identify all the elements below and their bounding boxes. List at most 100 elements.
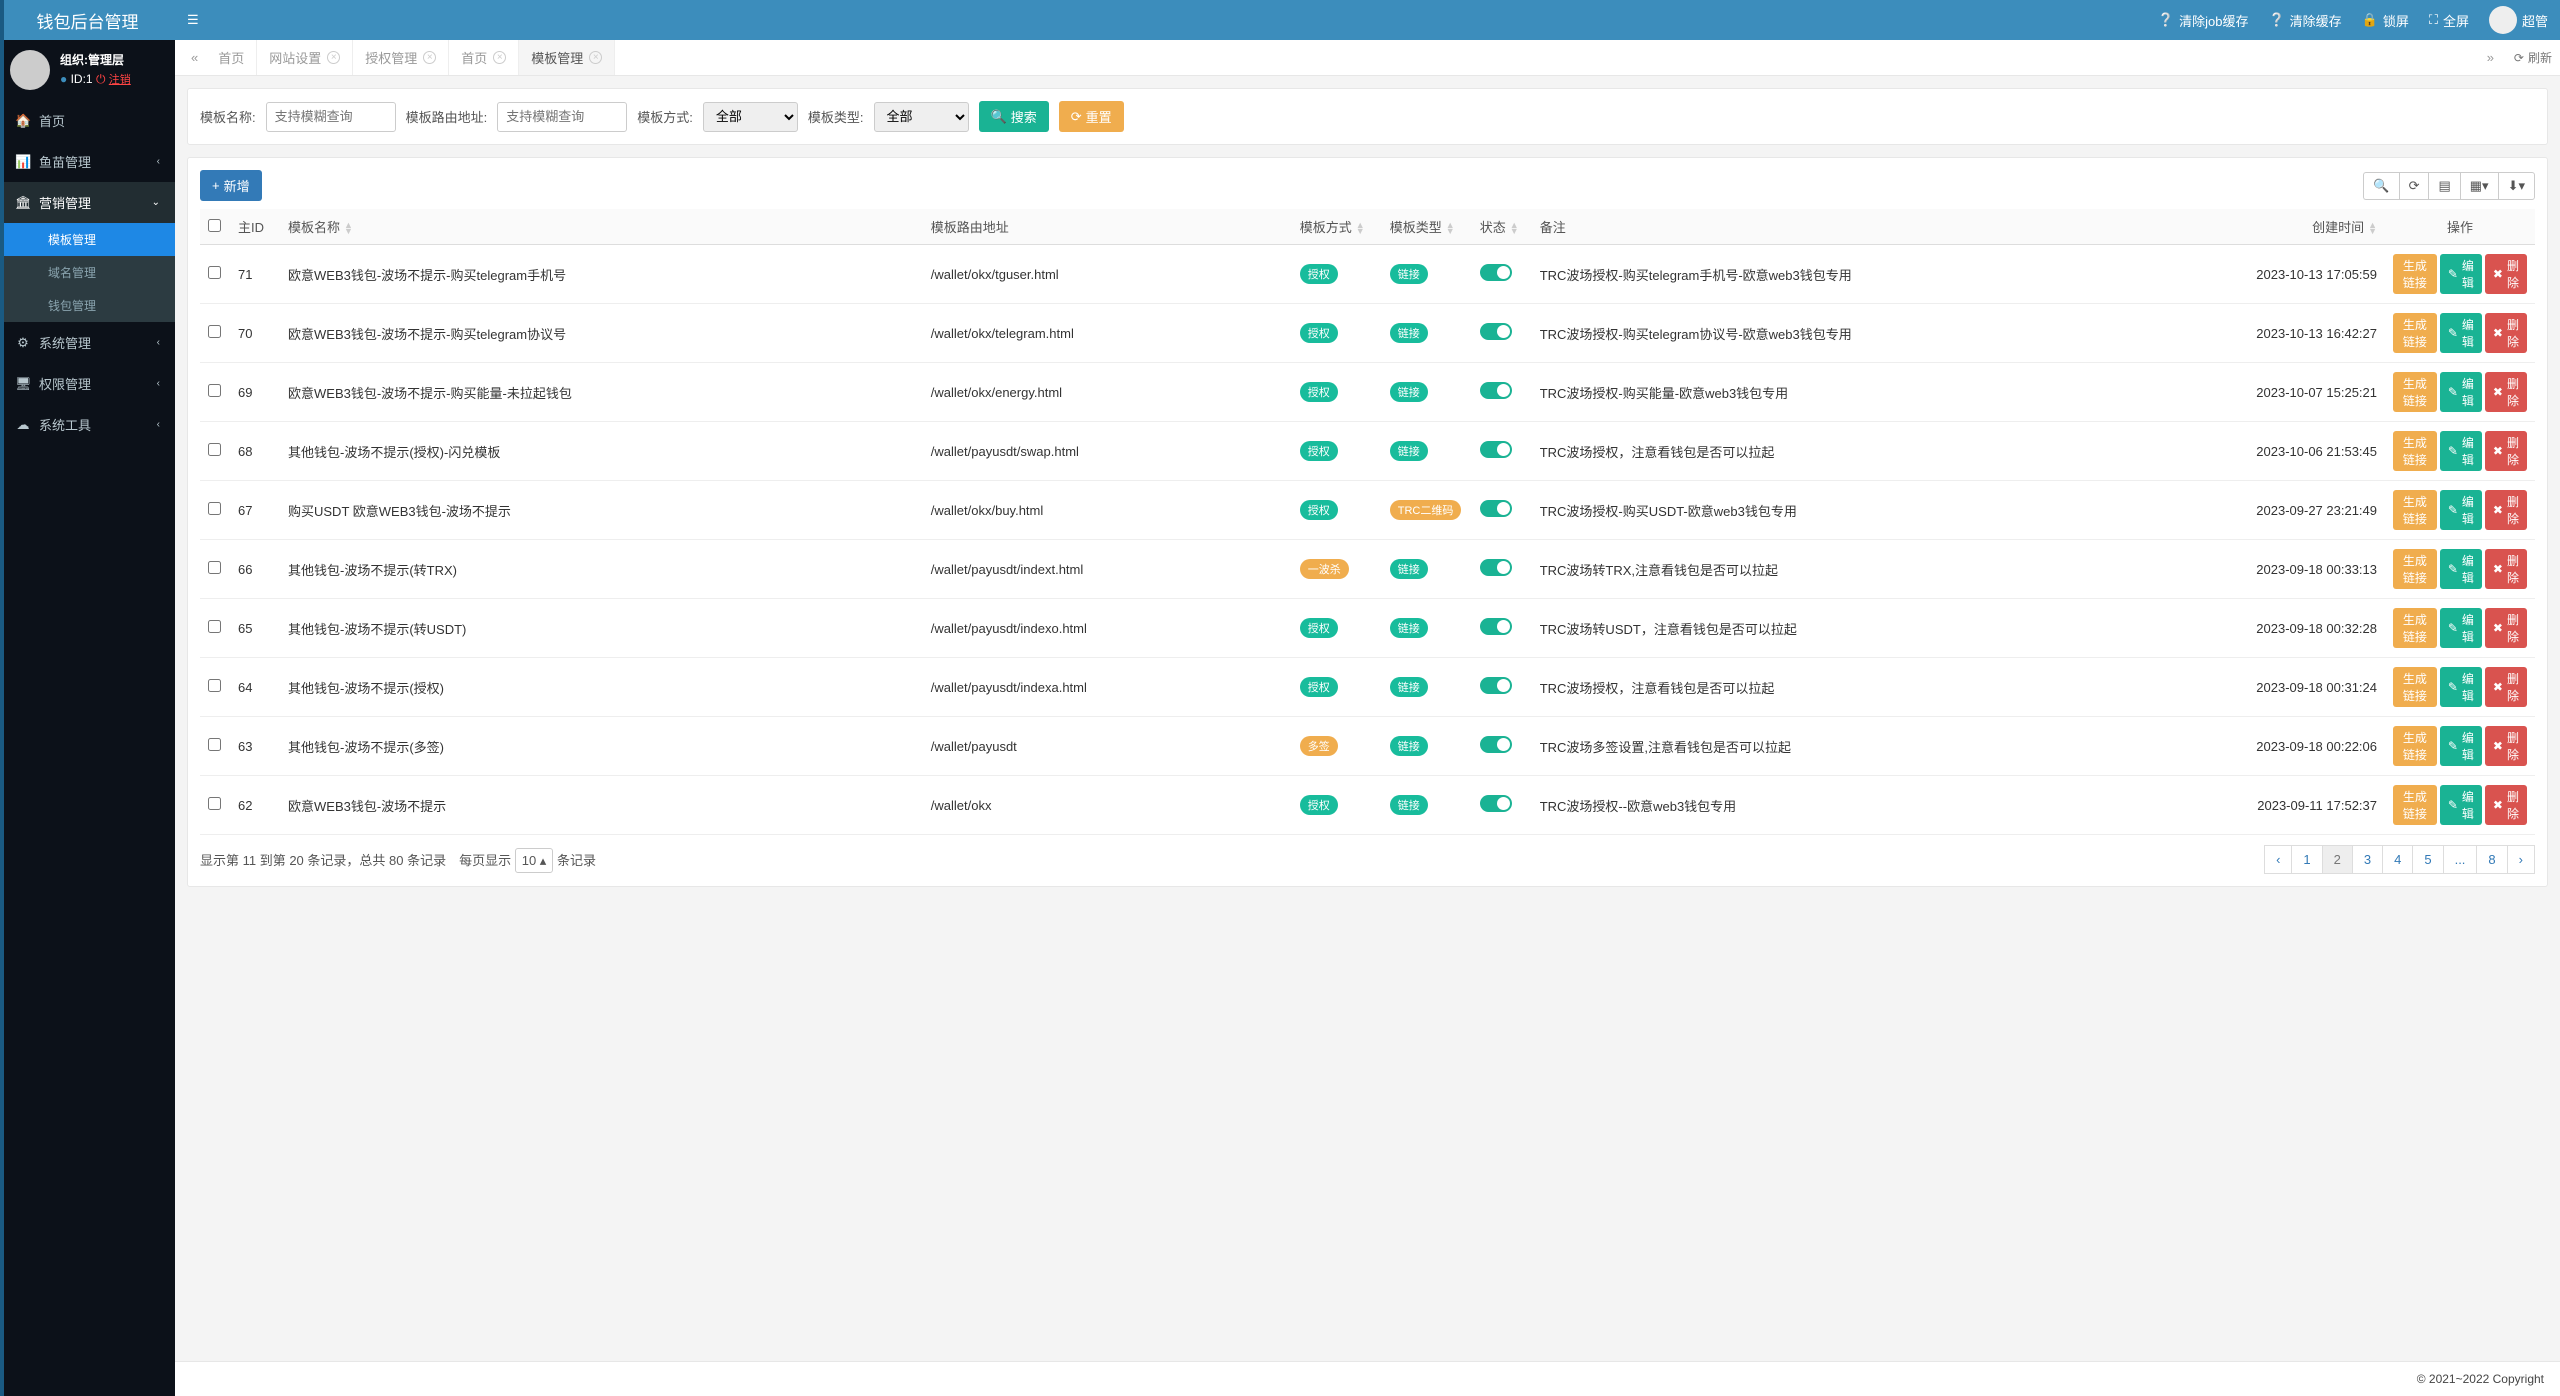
clear-job-cache[interactable]: ❔清除job缓存	[2158, 11, 2249, 30]
status-switch[interactable]	[1480, 618, 1512, 635]
delete-button[interactable]: ✖删除	[2485, 785, 2527, 825]
sort-icon[interactable]: ▲▼	[1356, 223, 1365, 234]
edit-button[interactable]: ✎编辑	[2440, 726, 2482, 766]
sidebar-item-权限管理[interactable]: 🖥权限管理‹	[0, 363, 175, 404]
delete-button[interactable]: ✖删除	[2485, 313, 2527, 353]
delete-button[interactable]: ✖删除	[2485, 490, 2527, 530]
tab-模板管理[interactable]: 模板管理×	[519, 40, 615, 75]
edit-button[interactable]: ✎编辑	[2440, 549, 2482, 589]
tabs-prev-icon[interactable]: «	[183, 50, 206, 65]
row-checkbox[interactable]	[208, 679, 221, 692]
delete-button[interactable]: ✖删除	[2485, 608, 2527, 648]
page-4[interactable]: 4	[2383, 846, 2412, 873]
close-icon[interactable]: ×	[493, 51, 506, 64]
sort-icon[interactable]: ▲▼	[344, 223, 353, 234]
gen-link-button[interactable]: 生成链接	[2393, 431, 2437, 471]
tb-view-icon[interactable]: ▦▾	[2460, 172, 2498, 200]
status-switch[interactable]	[1480, 736, 1512, 753]
clear-cache[interactable]: ❔清除缓存	[2268, 11, 2341, 30]
close-icon[interactable]: ×	[589, 51, 602, 64]
current-user[interactable]: 超管	[2489, 6, 2548, 34]
sidebar-item-鱼苗管理[interactable]: 📊鱼苗管理‹	[0, 141, 175, 182]
sidebar-subitem-域名管理[interactable]: 域名管理	[0, 256, 175, 289]
status-switch[interactable]	[1480, 795, 1512, 812]
edit-button[interactable]: ✎编辑	[2440, 431, 2482, 471]
tb-refresh-icon[interactable]: ⟳	[2399, 172, 2429, 200]
row-checkbox[interactable]	[208, 384, 221, 397]
page-1[interactable]: 1	[2292, 846, 2321, 873]
tab-网站设置[interactable]: 网站设置×	[257, 40, 353, 75]
tab-首页[interactable]: 首页×	[449, 40, 519, 75]
row-checkbox[interactable]	[208, 620, 221, 633]
name-input[interactable]	[266, 102, 396, 132]
page-‹[interactable]: ‹	[2265, 846, 2291, 873]
tb-search-icon[interactable]: 🔍	[2363, 172, 2398, 200]
row-checkbox[interactable]	[208, 738, 221, 751]
logout-link[interactable]: 注销	[109, 74, 131, 86]
route-input[interactable]	[497, 102, 627, 132]
sort-icon[interactable]: ▲▼	[1510, 223, 1519, 234]
lock-screen[interactable]: 🔒锁屏	[2362, 11, 2409, 30]
close-icon[interactable]: ×	[423, 51, 436, 64]
delete-button[interactable]: ✖删除	[2485, 549, 2527, 589]
menu-toggle-icon[interactable]: ☰	[187, 12, 199, 28]
page-size-select[interactable]: 10 ▴	[515, 848, 554, 873]
sidebar-item-系统工具[interactable]: ☁系统工具‹	[0, 404, 175, 445]
gen-link-button[interactable]: 生成链接	[2393, 549, 2437, 589]
delete-button[interactable]: ✖删除	[2485, 254, 2527, 294]
search-button[interactable]: 🔍搜索	[979, 101, 1049, 132]
delete-button[interactable]: ✖删除	[2485, 431, 2527, 471]
fullscreen[interactable]: ⛶全屏	[2429, 11, 2469, 30]
row-checkbox[interactable]	[208, 325, 221, 338]
edit-button[interactable]: ✎编辑	[2440, 785, 2482, 825]
page-8[interactable]: 8	[2477, 846, 2506, 873]
tabs-next-icon[interactable]: »	[2479, 50, 2502, 65]
page-2[interactable]: 2	[2323, 846, 2352, 873]
type-select[interactable]: 全部	[874, 102, 969, 132]
delete-button[interactable]: ✖删除	[2485, 726, 2527, 766]
page-›[interactable]: ›	[2508, 846, 2534, 873]
status-switch[interactable]	[1480, 559, 1512, 576]
status-switch[interactable]	[1480, 500, 1512, 517]
app-logo[interactable]: 钱包后台管理	[0, 0, 175, 40]
row-checkbox[interactable]	[208, 797, 221, 810]
edit-button[interactable]: ✎编辑	[2440, 608, 2482, 648]
tab-首页[interactable]: 首页	[206, 40, 257, 75]
row-checkbox[interactable]	[208, 266, 221, 279]
reset-button[interactable]: ⟳重置	[1059, 101, 1124, 132]
sort-icon[interactable]: ▲▼	[1446, 223, 1455, 234]
gen-link-button[interactable]: 生成链接	[2393, 785, 2437, 825]
delete-button[interactable]: ✖删除	[2485, 667, 2527, 707]
edit-button[interactable]: ✎编辑	[2440, 254, 2482, 294]
gen-link-button[interactable]: 生成链接	[2393, 313, 2437, 353]
delete-button[interactable]: ✖删除	[2485, 372, 2527, 412]
gen-link-button[interactable]: 生成链接	[2393, 254, 2437, 294]
row-checkbox[interactable]	[208, 561, 221, 574]
page-5[interactable]: 5	[2413, 846, 2442, 873]
row-checkbox[interactable]	[208, 502, 221, 515]
refresh-tab[interactable]: ⟳刷新	[2514, 49, 2552, 66]
sort-icon[interactable]: ▲▼	[2368, 223, 2377, 234]
sidebar-subitem-钱包管理[interactable]: 钱包管理	[0, 289, 175, 322]
select-all-checkbox[interactable]	[208, 219, 221, 232]
page-3[interactable]: 3	[2353, 846, 2382, 873]
gen-link-button[interactable]: 生成链接	[2393, 490, 2437, 530]
gen-link-button[interactable]: 生成链接	[2393, 667, 2437, 707]
tab-授权管理[interactable]: 授权管理×	[353, 40, 449, 75]
close-icon[interactable]: ×	[327, 51, 340, 64]
gen-link-button[interactable]: 生成链接	[2393, 372, 2437, 412]
status-switch[interactable]	[1480, 441, 1512, 458]
gen-link-button[interactable]: 生成链接	[2393, 726, 2437, 766]
sidebar-item-营销管理[interactable]: 🏛营销管理⌄	[0, 182, 175, 223]
sidebar-item-首页[interactable]: 🏠首页	[0, 100, 175, 141]
tb-export-icon[interactable]: ⬇▾	[2498, 172, 2535, 200]
edit-button[interactable]: ✎编辑	[2440, 372, 2482, 412]
status-switch[interactable]	[1480, 677, 1512, 694]
edit-button[interactable]: ✎编辑	[2440, 667, 2482, 707]
sidebar-subitem-模板管理[interactable]: 模板管理	[0, 223, 175, 256]
status-switch[interactable]	[1480, 323, 1512, 340]
add-button[interactable]: +新增	[200, 170, 262, 201]
status-switch[interactable]	[1480, 382, 1512, 399]
sidebar-item-系统管理[interactable]: ⚙系统管理‹	[0, 322, 175, 363]
method-select[interactable]: 全部	[703, 102, 798, 132]
